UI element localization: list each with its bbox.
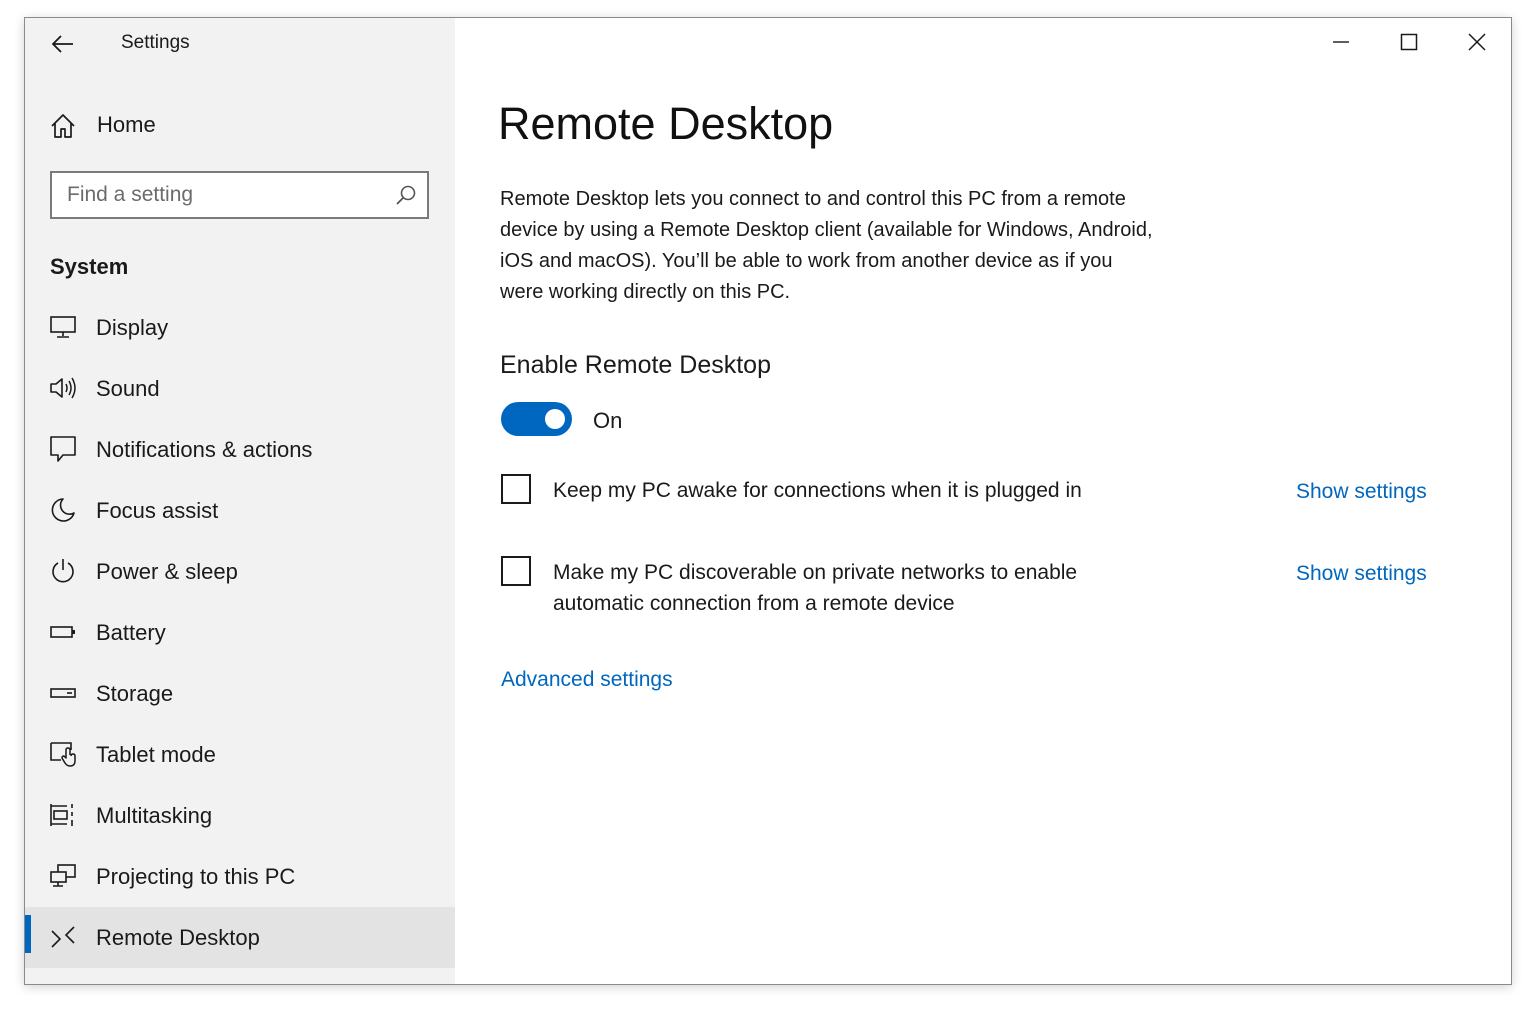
tablet-mode-icon bbox=[49, 740, 77, 768]
sidebar-item-sound[interactable]: Sound bbox=[25, 358, 455, 419]
minimize-button[interactable] bbox=[1307, 18, 1375, 66]
keep-awake-checkbox[interactable] bbox=[501, 474, 531, 504]
battery-icon bbox=[49, 618, 77, 646]
sidebar-item-label: Tablet mode bbox=[96, 742, 216, 767]
home-label: Home bbox=[97, 112, 156, 137]
sidebar-item-label: Power & sleep bbox=[96, 559, 238, 584]
maximize-button[interactable] bbox=[1375, 18, 1443, 66]
sidebar-item-label: Storage bbox=[96, 681, 174, 706]
sidebar-item-label: Sound bbox=[96, 376, 160, 401]
discoverable-label: Make my PC discoverable on private netwo… bbox=[553, 561, 1078, 615]
sidebar-item-label: Projecting to this PC bbox=[96, 864, 296, 889]
sidebar-item-label: Battery bbox=[96, 620, 166, 645]
toggle-knob bbox=[545, 409, 565, 429]
sidebar-item-multitasking[interactable]: Multitasking bbox=[25, 785, 455, 846]
search-input[interactable] bbox=[52, 173, 387, 217]
sidebar-item-label: Multitasking bbox=[96, 803, 213, 828]
search-box bbox=[50, 171, 429, 219]
multitasking-icon bbox=[49, 801, 77, 829]
sidebar: Settings Home System bbox=[25, 18, 455, 984]
active-indicator bbox=[25, 915, 31, 953]
sidebar-item-tablet-mode[interactable]: Tablet mode bbox=[25, 724, 455, 785]
titlebar-left: Settings bbox=[25, 18, 455, 70]
sidebar-item-projecting[interactable]: Projecting to this PC bbox=[25, 846, 455, 907]
option-discoverable: Make my PC discoverable on private netwo… bbox=[501, 556, 1401, 626]
sidebar-item-focus-assist[interactable]: Focus assist bbox=[25, 480, 455, 541]
back-arrow-icon bbox=[52, 35, 73, 53]
section-title-system: System bbox=[50, 254, 129, 279]
discoverable-show-settings-link[interactable]: Show settings bbox=[1296, 562, 1427, 586]
display-icon bbox=[49, 313, 77, 341]
close-icon bbox=[1468, 33, 1486, 51]
maximize-icon bbox=[1400, 33, 1418, 51]
sidebar-item-label: Focus assist bbox=[96, 498, 219, 523]
keep-awake-show-settings-link[interactable]: Show settings bbox=[1296, 480, 1427, 504]
power-icon bbox=[49, 557, 77, 585]
discoverable-checkbox[interactable] bbox=[501, 556, 531, 586]
home-icon bbox=[49, 112, 77, 140]
sound-icon bbox=[49, 374, 77, 402]
settings-window: Settings Home System bbox=[24, 17, 1512, 985]
advanced-settings-link[interactable]: Advanced settings bbox=[501, 668, 673, 692]
sidebar-item-label: Notifications & actions bbox=[96, 437, 313, 462]
window-controls bbox=[1307, 18, 1511, 66]
notifications-icon bbox=[49, 435, 77, 463]
projecting-icon bbox=[49, 862, 77, 890]
main-panel: Remote Desktop Remote Desktop lets you c… bbox=[455, 18, 1511, 984]
sidebar-item-remote-desktop[interactable]: Remote Desktop bbox=[25, 907, 455, 968]
storage-icon bbox=[49, 679, 77, 707]
minimize-icon bbox=[1333, 41, 1349, 43]
sidebar-item-power-sleep[interactable]: Power & sleep bbox=[25, 541, 455, 602]
search-icon[interactable] bbox=[395, 184, 417, 206]
page-description: Remote Desktop lets you connect to and c… bbox=[500, 188, 1153, 303]
close-button[interactable] bbox=[1443, 18, 1511, 66]
sidebar-nav: Display Sound Notifications & actions Fo… bbox=[25, 297, 455, 968]
sidebar-item-home[interactable]: Home bbox=[25, 100, 455, 150]
option-keep-awake: Keep my PC awake for connections when it… bbox=[501, 474, 1401, 514]
sidebar-item-label: Remote Desktop bbox=[96, 925, 260, 950]
moon-icon bbox=[49, 496, 77, 524]
enable-remote-desktop-heading: Enable Remote Desktop bbox=[500, 351, 771, 379]
keep-awake-label: Keep my PC awake for connections when it… bbox=[553, 479, 1082, 502]
sidebar-item-storage[interactable]: Storage bbox=[25, 663, 455, 724]
sidebar-item-battery[interactable]: Battery bbox=[25, 602, 455, 663]
sidebar-item-display[interactable]: Display bbox=[25, 297, 455, 358]
sidebar-item-label: Display bbox=[96, 315, 169, 340]
toggle-state-label: On bbox=[593, 408, 623, 433]
remote-desktop-icon bbox=[49, 923, 77, 951]
back-button[interactable] bbox=[43, 28, 83, 60]
app-title: Settings bbox=[121, 32, 190, 53]
sidebar-item-notifications[interactable]: Notifications & actions bbox=[25, 419, 455, 480]
enable-remote-desktop-toggle[interactable] bbox=[501, 402, 572, 436]
page-title: Remote Desktop bbox=[498, 98, 834, 149]
